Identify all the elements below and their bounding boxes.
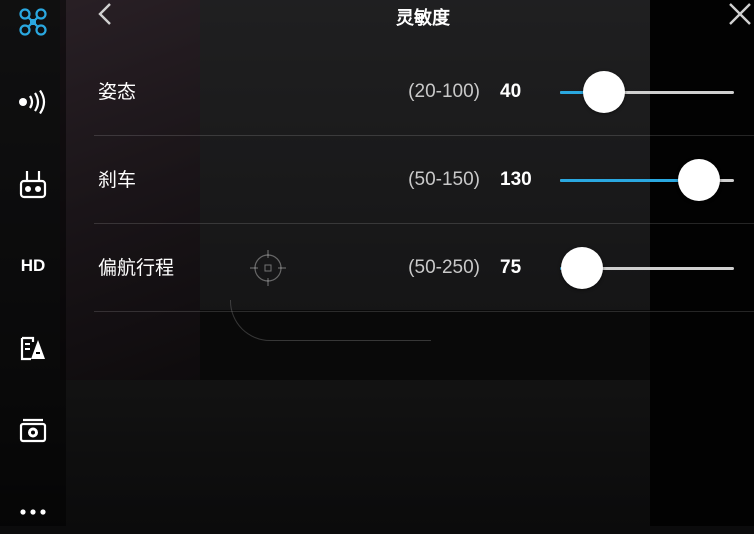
row-value: 40 xyxy=(500,81,522,102)
sidebar-item-remote-controller[interactable] xyxy=(0,162,66,206)
sidebar-item-more[interactable] xyxy=(0,490,66,534)
close-icon xyxy=(729,3,751,25)
attitude-slider[interactable] xyxy=(560,71,734,113)
brake-slider[interactable] xyxy=(560,159,734,201)
hd-icon: HD xyxy=(20,256,46,275)
row-value: 130 xyxy=(500,169,532,190)
page-title-text: 灵敏度 xyxy=(396,8,450,29)
slider-thumb[interactable] xyxy=(560,247,603,289)
sensitivity-row-brake: 刹车 (50-150) 130 xyxy=(94,136,754,224)
sidebar-item-camera[interactable] xyxy=(0,408,66,452)
row-range: (20-100) xyxy=(408,81,480,102)
row-value: 75 xyxy=(500,257,522,278)
row-range: (50-150) xyxy=(408,169,480,190)
close-button[interactable] xyxy=(724,0,754,30)
row-divider xyxy=(94,311,754,312)
sidebar-item-battery[interactable] xyxy=(0,326,66,370)
row-label: 刹车 xyxy=(98,169,137,191)
row-range: (50-250) xyxy=(408,257,480,278)
more-icon xyxy=(20,509,46,515)
yaw-endpoint-slider[interactable] xyxy=(560,247,734,289)
slider-thumb[interactable] xyxy=(582,71,625,113)
sensitivity-row-attitude: 姿态 (20-100) 40 xyxy=(94,48,754,136)
row-label: 偏航行程 xyxy=(98,257,175,279)
sidebar-item-signal[interactable] xyxy=(0,80,66,124)
row-label: 姿态 xyxy=(98,81,137,103)
slider-thumb[interactable] xyxy=(678,159,721,201)
battery-icon xyxy=(20,336,45,361)
sensitivity-row-yaw-endpoint: 偏航行程 (50-250) 75 xyxy=(94,224,754,312)
sidebar: HD xyxy=(0,0,66,526)
page-title: 灵敏度 xyxy=(0,4,754,30)
signal-icon xyxy=(19,90,46,114)
sidebar-item-hd[interactable]: HD xyxy=(0,244,66,288)
camera-icon xyxy=(19,418,47,443)
remote-controller-icon xyxy=(19,171,47,199)
